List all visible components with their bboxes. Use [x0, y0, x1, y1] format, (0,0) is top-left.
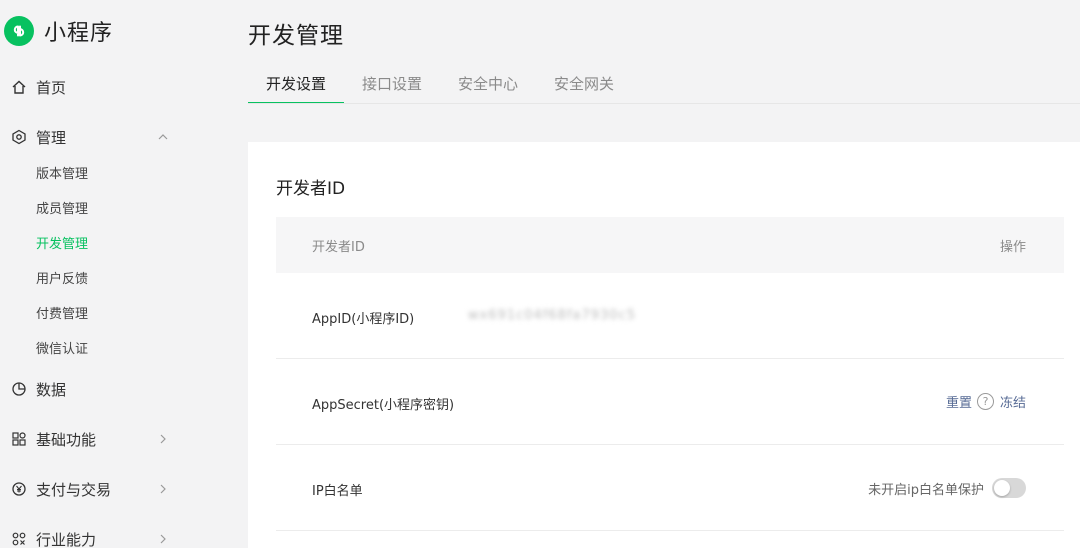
row-label: AppID(小程序ID) — [312, 312, 415, 327]
header-actions: 操作 — [999, 240, 1026, 255]
question-circle-icon[interactable]: ? — [976, 393, 994, 410]
table-header: 开发者ID 操作 — [276, 217, 1064, 273]
tab-security-center[interactable]: 安全中心 — [440, 64, 536, 104]
tab-bar: 开发设置 接口设置 安全中心 安全网关 — [248, 64, 1080, 104]
appid-value[interactable]: wx691c04f68fa7930c5 — [468, 308, 636, 323]
row-label: AppSecret(小程序密钥) — [312, 398, 455, 413]
table-row-appid: AppID(小程序ID) wx691c04f68fa7930c5 — [276, 273, 1064, 359]
sidebar-item-label: 数据 — [36, 380, 67, 399]
sidebar-item-manage[interactable]: 管理 — [10, 122, 210, 152]
brand[interactable]: 小程序 — [4, 14, 113, 48]
sidebar-item-label: 支付与交易 — [36, 480, 112, 499]
table-row-ip-whitelist: IP白名单 未开启ip白名单保护 — [276, 445, 1064, 531]
tab-divider — [248, 103, 1080, 104]
chevron-right-icon — [156, 532, 170, 546]
sidebar-subitem-billing[interactable]: 付费管理 — [36, 305, 88, 325]
yen-coin-icon — [10, 480, 28, 498]
sidebar-subitem-members[interactable]: 成员管理 — [36, 200, 88, 220]
sidebar-item-label: 行业能力 — [36, 530, 97, 548]
sidebar-subitem-version[interactable]: 版本管理 — [36, 165, 88, 185]
row-actions: 重置 ? 冻结 — [946, 392, 1026, 411]
brand-name: 小程序 — [44, 21, 114, 46]
ip-whitelist-status: 未开启ip白名单保护 — [868, 482, 984, 498]
sidebar-item-home[interactable]: 首页 — [10, 72, 210, 102]
developer-id-card: 开发者ID 开发者ID 操作 AppID(小程序ID) wx691c04f68f… — [248, 142, 1080, 548]
toggle-knob — [994, 480, 1010, 496]
section-title: 开发者ID — [276, 179, 346, 199]
chevron-right-icon — [156, 482, 170, 496]
home-icon — [10, 78, 28, 96]
sidebar-subitem-feedback[interactable]: 用户反馈 — [36, 270, 88, 290]
sidebar-item-industry[interactable]: 行业能力 — [10, 524, 210, 548]
tab-api-settings[interactable]: 接口设置 — [344, 64, 440, 104]
sidebar: 小程序 首页 管理 版本管理 成员管理 开发管理 用户反馈 付费管理 微信认证 … — [0, 0, 228, 548]
freeze-link[interactable]: 冻结 — [1000, 392, 1026, 411]
chevron-up-icon — [156, 130, 170, 144]
reset-link[interactable]: 重置 — [946, 392, 972, 411]
sidebar-item-label: 首页 — [36, 78, 67, 97]
sidebar-subitem-verify[interactable]: 微信认证 — [36, 340, 88, 360]
row-label: IP白名单 — [312, 484, 363, 499]
page-title: 开发管理 — [248, 23, 344, 49]
sidebar-item-data[interactable]: 数据 — [10, 374, 210, 404]
sidebar-item-basic[interactable]: 基础功能 — [10, 424, 210, 454]
sidebar-item-label: 基础功能 — [36, 430, 97, 449]
grid-icon — [10, 430, 28, 448]
row-actions: 未开启ip白名单保护 — [868, 478, 1026, 498]
pie-chart-icon — [10, 380, 28, 398]
sidebar-item-payment[interactable]: 支付与交易 — [10, 474, 210, 504]
header-developer-id: 开发者ID — [312, 240, 365, 255]
table-row-appsecret: AppSecret(小程序密钥) 重置 ? 冻结 — [276, 359, 1064, 445]
miniprogram-logo-icon — [4, 16, 34, 46]
tab-security-gateway[interactable]: 安全网关 — [536, 64, 632, 104]
tab-dev-settings[interactable]: 开发设置 — [248, 64, 344, 104]
sidebar-item-label: 管理 — [36, 128, 67, 147]
settings-hexagon-icon — [10, 128, 28, 146]
sidebar-subitem-dev[interactable]: 开发管理 — [36, 235, 88, 255]
ip-whitelist-toggle[interactable] — [992, 478, 1026, 498]
chevron-right-icon — [156, 432, 170, 446]
industry-icon — [10, 530, 28, 548]
